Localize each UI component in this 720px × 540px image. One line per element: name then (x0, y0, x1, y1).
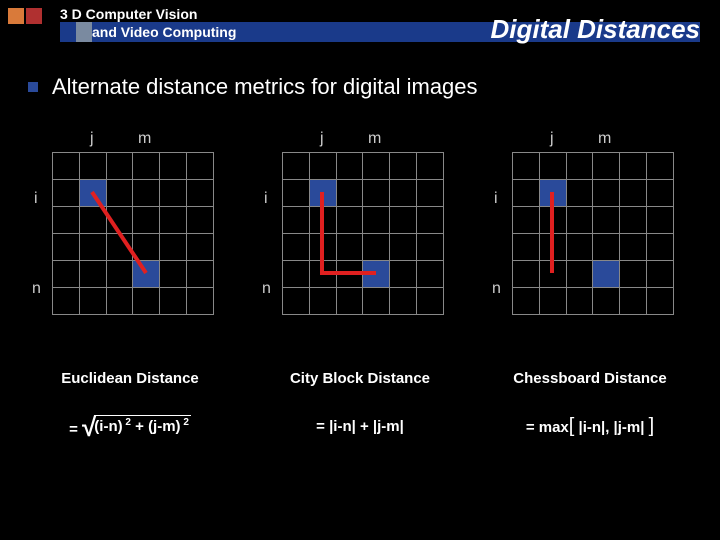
course-title-line2: and Video Computing (92, 24, 236, 40)
bracket-right: ] (649, 415, 655, 437)
label-i: i (34, 190, 38, 208)
grid-euclidean: j m i n (30, 130, 230, 320)
label-n: n (262, 280, 271, 298)
square-icon (8, 8, 24, 24)
label-n: n (492, 280, 501, 298)
bullet-icon (28, 82, 38, 92)
euclidean-name: Euclidean Distance (30, 370, 230, 387)
slide-title: Digital Distances (490, 14, 700, 45)
metric-names-row: Euclidean Distance City Block Distance C… (30, 370, 690, 387)
grid-cityblock: j m i n (260, 130, 460, 320)
course-title-line1: 3 D Computer Vision (60, 6, 197, 22)
label-n: n (32, 280, 41, 298)
formula-prefix: = max (526, 419, 569, 436)
grid (512, 152, 674, 314)
bullet-text: Alternate distance metrics for digital i… (52, 74, 478, 100)
label-m: m (368, 130, 381, 148)
label-j: j (550, 130, 554, 148)
bullet-row: Alternate distance metrics for digital i… (28, 74, 478, 100)
label-m: m (598, 130, 611, 148)
formula-mid: |i-n|, |j-m| (574, 419, 648, 436)
grid (282, 152, 444, 314)
label-i: i (494, 190, 498, 208)
square-icon (26, 8, 42, 24)
header-accent (76, 22, 92, 42)
decorative-squares (8, 8, 44, 29)
chessboard-formula: = max[ |i-n|, |j-m| ] (490, 415, 690, 438)
label-j: j (320, 130, 324, 148)
cityblock-name: City Block Distance (260, 370, 460, 387)
grids-row: j m i n j m i n (30, 130, 690, 320)
grid-chessboard: j m i n (490, 130, 690, 320)
sqrt-icon: √ (i-n) 2 + (j-m) 2 (82, 415, 191, 436)
formula-eq: = (69, 421, 78, 438)
cityblock-formula: = |i-n| + |j-m| (260, 418, 460, 435)
euclidean-formula: = √ (i-n) 2 + (j-m) 2 (30, 415, 230, 438)
chessboard-name: Chessboard Distance (490, 370, 690, 387)
formulas-row: = √ (i-n) 2 + (j-m) 2 = |i-n| + |j-m| = … (30, 415, 690, 438)
label-j: j (90, 130, 94, 148)
label-m: m (138, 130, 151, 148)
label-i: i (264, 190, 268, 208)
grid (52, 152, 214, 314)
